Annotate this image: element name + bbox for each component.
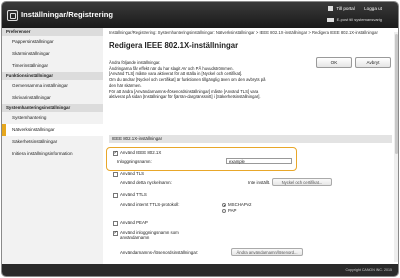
sidebar-item-initialize[interactable]: Initiera inställningsinformation xyxy=(2,148,103,160)
ok-button[interactable]: OK xyxy=(316,57,352,68)
breadcrumb: Inställningar/Registrering: Systemhanter… xyxy=(109,30,378,35)
pap-radio[interactable] xyxy=(222,209,226,213)
admin-mail-label: E-post till systemansvarig xyxy=(336,17,382,22)
change-user-pass-button[interactable]: Ändra användarnamn/lösenord... xyxy=(231,248,303,256)
sidebar-item-display[interactable]: Skärminställningar xyxy=(2,48,103,60)
portal-link-label: Till portal xyxy=(336,6,355,11)
use-peap-checkbox[interactable] xyxy=(113,221,118,226)
instructions: Ändra följande inställningar. Ändringarn… xyxy=(109,60,319,100)
header-links: Till portal Logga ut xyxy=(320,6,382,12)
sidebar-item-paper[interactable]: Pappersinställningar xyxy=(2,36,103,48)
use-ttls-checkbox[interactable] xyxy=(113,193,118,198)
sidebar: Preferenser Pappersinställningar Skärmin… xyxy=(2,28,104,264)
use-login-as-user-label: Använd inloggningsnamn som användarnamn xyxy=(120,230,179,241)
login-name-input[interactable]: example xyxy=(226,158,292,164)
logout-link[interactable]: Logga ut xyxy=(364,6,382,11)
use-tls-checkbox[interactable] xyxy=(113,172,118,177)
pap-label: PAP xyxy=(228,208,237,213)
sidebar-section-preferences: Preferenser xyxy=(2,28,103,36)
browser-frame: Inställningar/Registrering Till portal L… xyxy=(1,1,399,277)
mail-icon xyxy=(326,17,334,23)
main-content: Inställningar/Registrering: Systemhanter… xyxy=(103,28,398,264)
use-peap-label: Använd PEAP xyxy=(120,220,148,225)
mschapv2-radio[interactable] xyxy=(222,203,226,207)
use-8021x-label: Använd IEEE 802.1X xyxy=(120,150,162,155)
use-tls-label: Använd TLS xyxy=(120,171,145,176)
footer: Copyright CANON INC. 2015 xyxy=(2,264,398,276)
ttls-protocol-label: Använd internt TTLS-protokoll: xyxy=(120,202,180,207)
use-8021x-checkbox[interactable] xyxy=(113,150,118,156)
user-pass-label: Användarnamns-/lösenordsinställningar: xyxy=(120,250,199,255)
mschapv2-label: MSCHAPv2 xyxy=(228,202,252,207)
sidebar-item-printer[interactable]: Skrivarinställningar xyxy=(2,92,103,104)
sidebar-item-network[interactable]: Nätverksinställningar xyxy=(2,124,103,136)
settings-logo-icon xyxy=(7,10,18,21)
cancel-button[interactable]: Avbryt xyxy=(355,57,391,68)
page-title: Redigera IEEE 802.1X-inställningar xyxy=(109,41,239,50)
sidebar-item-timer[interactable]: Timerinställningar xyxy=(2,60,103,72)
key-used-label: Använd detta nyckelnamn: xyxy=(120,180,172,185)
sidebar-section-system: Systemhanteringsinställningar xyxy=(2,104,103,112)
scrollbar[interactable] xyxy=(394,32,398,262)
sidebar-item-common[interactable]: Gemensamma inställningar xyxy=(2,80,103,92)
sidebar-item-system-management[interactable]: Systemhantering xyxy=(2,112,103,124)
admin-mail-link[interactable]: E-post till systemansvarig xyxy=(326,17,382,23)
portal-link[interactable]: Till portal xyxy=(328,6,355,12)
section-header: IEEE 802.1X-inställningar xyxy=(109,135,392,143)
login-name-label: Inloggningsnamn: xyxy=(117,159,152,164)
key-used-value: Inte inställt. xyxy=(248,180,271,185)
header-bar: Inställningar/Registrering Till portal L… xyxy=(2,2,398,28)
header-title: Inställningar/Registrering xyxy=(21,10,113,19)
sidebar-section-function: Funktionsinställningar xyxy=(2,72,103,80)
copyright: Copyright CANON INC. 2015 xyxy=(345,268,392,272)
instruction-line: aktiverat på sidan [Inställningar för fj… xyxy=(109,94,261,100)
use-ttls-label: Använd TTLS xyxy=(120,192,147,197)
sidebar-item-security[interactable]: Säkerhetsinställningar xyxy=(2,136,103,148)
key-certificate-button[interactable]: Nyckel och certifikat... xyxy=(272,178,332,186)
use-login-as-user-checkbox[interactable] xyxy=(113,230,118,236)
home-icon xyxy=(328,6,334,12)
